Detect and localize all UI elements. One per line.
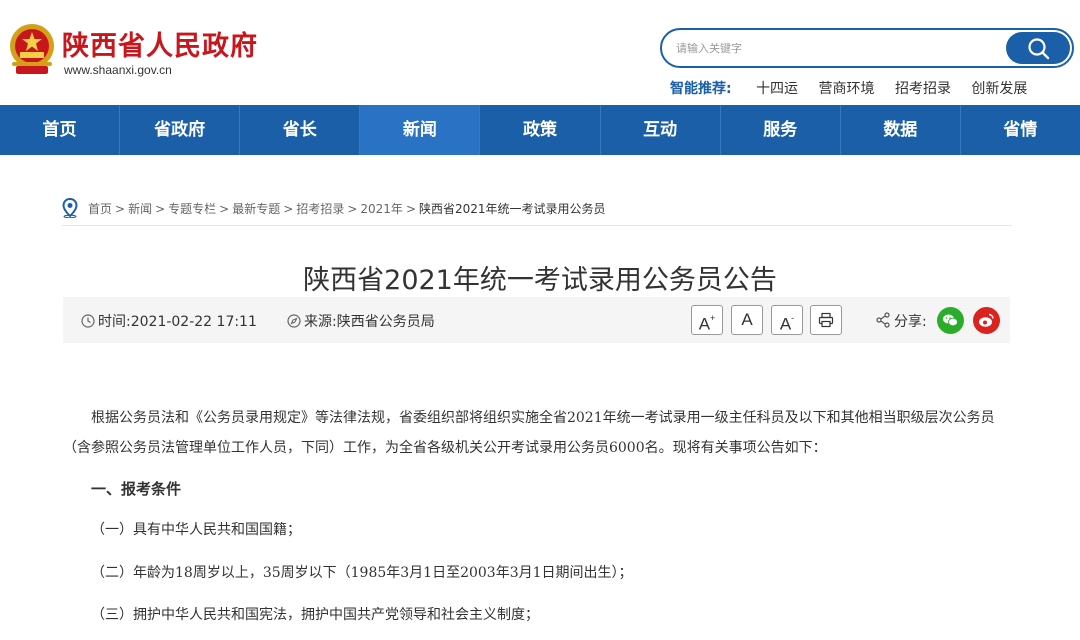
smart-item-link[interactable]: 招考招录 <box>895 81 951 97</box>
site-url: www.shaanxi.gov.cn <box>64 63 172 77</box>
nav-item-interaction[interactable]: 互动 <box>601 105 721 155</box>
breadcrumb-link[interactable]: 首页 <box>88 202 112 216</box>
breadcrumb-list: 首页 > 新闻 > 专题专栏 > 最新专题 > 招考招录 >2021年 > 陕西省2021年统一考试录… <box>88 200 606 217</box>
main-nav: 首页 省政府 省长 新闻 政策 互动 服务 数据 省情 <box>0 105 1080 155</box>
font-default-label: A <box>741 310 753 329</box>
nav-item-data[interactable]: 数据 <box>841 105 961 155</box>
nav-item-government[interactable]: 省政府 <box>120 105 241 155</box>
article-meta-bar: 时间:2021-02-22 17:11 来源:陕西省公务员局 A+ A A- 分… <box>63 297 1010 343</box>
wechat-icon <box>943 314 958 327</box>
section-heading: 一、报考条件 <box>91 480 182 498</box>
article-paragraph: 根据公务员法和《公务员录用规定》等法律法规，省委组织部将组织实施全省2021年统… <box>91 410 995 426</box>
smart-recommend: 智能推荐: 十四运 营商环境 招考招录 创新发展 <box>670 78 1043 98</box>
site-header: 陕西省人民政府 www.shaanxi.gov.cn 智能推荐: 十四运 营商环… <box>0 0 1080 105</box>
breadcrumb-separator: > <box>405 202 416 216</box>
share-icon <box>876 312 890 328</box>
breadcrumb-link[interactable]: 专题专栏 <box>168 202 216 216</box>
smart-item-link[interactable]: 十四运 <box>756 81 798 97</box>
minus-icon: - <box>791 313 795 323</box>
font-decrease-button[interactable]: A- <box>771 305 803 335</box>
search-box <box>660 28 1074 68</box>
breadcrumb-separator: > <box>283 202 294 216</box>
breadcrumb-separator: > <box>115 202 126 216</box>
site-title[interactable]: 陕西省人民政府 <box>62 24 258 63</box>
plus-icon: + <box>710 313 716 323</box>
breadcrumb-separator: > <box>155 202 166 216</box>
breadcrumb-link[interactable]: 新闻 <box>128 202 152 216</box>
font-default-button[interactable]: A <box>731 305 763 335</box>
nav-item-governor[interactable]: 省长 <box>240 105 361 155</box>
article-title: 陕西省2021年统一考试录用公务员公告 <box>303 265 777 296</box>
search-button[interactable] <box>1006 32 1070 64</box>
article-paragraph: （含参照公务员法管理单位工作人员，下同）工作，为全省各级机关公开考试录用公务员6… <box>63 440 827 456</box>
search-input[interactable] <box>676 38 996 58</box>
share-label: 分享: <box>894 314 927 330</box>
time-value: 2021-02-22 17:11 <box>130 314 257 330</box>
national-emblem-icon <box>10 24 54 74</box>
print-button[interactable] <box>810 305 842 335</box>
nav-item-province-info[interactable]: 省情 <box>961 105 1080 155</box>
article-source: 来源:陕西省公务员局 <box>287 311 435 331</box>
breadcrumb-current: 陕西省2021年统一考试录用公务员 <box>419 202 606 216</box>
breadcrumb-link[interactable]: 最新专题 <box>232 202 280 216</box>
nav-item-home[interactable]: 首页 <box>0 105 121 155</box>
printer-icon <box>818 312 834 328</box>
breadcrumb: 首页 > 新闻 > 专题专栏 > 最新专题 > 招考招录 >2021年 > 陕西省2021年统一考试录… <box>62 198 1012 226</box>
search-icon <box>1028 38 1050 60</box>
breadcrumb-separator: > <box>347 202 358 216</box>
clock-icon <box>81 314 95 328</box>
compass-icon <box>287 314 301 328</box>
weibo-icon <box>979 313 994 327</box>
smart-recommend-label: 智能推荐: <box>670 81 732 97</box>
source-label: 来源: <box>304 314 337 330</box>
breadcrumb-link[interactable]: 2021年 <box>360 202 403 216</box>
font-decrease-label: A <box>779 314 792 334</box>
breadcrumb-link[interactable]: 招考招录 <box>296 202 344 216</box>
source-value: 陕西省公务员局 <box>336 314 435 330</box>
share-wechat-button[interactable] <box>937 307 964 334</box>
nav-item-services[interactable]: 服务 <box>721 105 841 155</box>
time-label: 时间: <box>98 314 131 330</box>
location-pin-icon <box>62 198 78 218</box>
font-increase-button[interactable]: A+ <box>691 305 723 335</box>
share-weibo-button[interactable] <box>973 307 1000 334</box>
breadcrumb-separator: > <box>219 202 230 216</box>
font-increase-label: A <box>698 314 711 334</box>
article-paragraph: （三）拥护中华人民共和国宪法，拥护中国共产党领导和社会主义制度； <box>91 607 539 623</box>
article-time: 时间:2021-02-22 17:11 <box>81 311 257 331</box>
article-paragraph: （一）具有中华人民共和国国籍； <box>91 522 301 538</box>
nav-item-policy[interactable]: 政策 <box>480 105 601 155</box>
smart-item-link[interactable]: 创新发展 <box>971 81 1027 97</box>
article-paragraph: （二）年龄为18周岁以上，35周岁以下（1985年3月1日至2003年3月1日期… <box>91 565 633 581</box>
nav-item-news[interactable]: 新闻 <box>360 105 481 155</box>
smart-item-link[interactable]: 营商环境 <box>819 81 875 97</box>
